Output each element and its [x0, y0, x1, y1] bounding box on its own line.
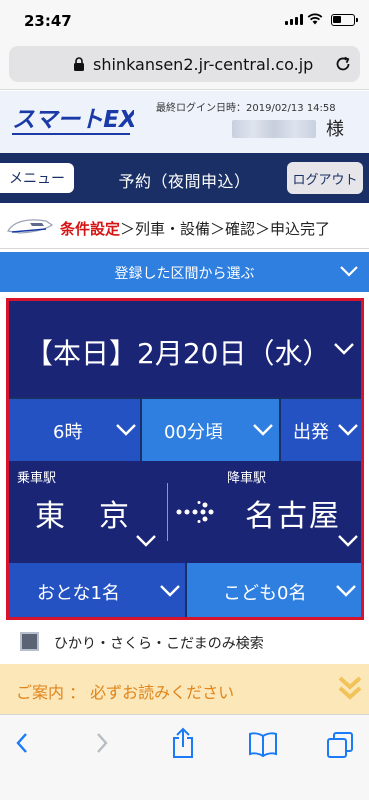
lock-icon: [74, 57, 84, 71]
logout-button[interactable]: ログアウト: [287, 162, 363, 194]
url-text: shinkansen2.jr-central.co.jp: [93, 55, 314, 74]
direction-select[interactable]: 出発: [281, 399, 361, 461]
chevron-down-icon: [340, 266, 358, 277]
cellular-signal-icon: [285, 14, 303, 25]
hour-value: 6時: [53, 422, 83, 443]
time-selectors: 6時 00分頃 出発: [9, 399, 361, 461]
step-remaining: ＞列車・設備＞確認＞申込完了: [120, 220, 331, 238]
notice-label: ご案内 ： 必ずお読みください: [16, 683, 235, 702]
share-icon[interactable]: [170, 727, 196, 759]
direction-value: 出発: [293, 422, 329, 443]
forward-icon[interactable]: [94, 731, 110, 755]
back-icon[interactable]: [14, 731, 30, 755]
arrow-right-icon: [176, 501, 214, 523]
minute-value: 00分頃: [164, 422, 223, 443]
station-selectors: 乗車駅 東 京 降車駅 名古屋: [9, 461, 361, 563]
logo-text: スマートEX: [12, 107, 134, 131]
from-station-value: 東 京: [35, 499, 131, 534]
chevron-down-icon: [136, 535, 156, 547]
user-name-redacted: [232, 120, 316, 138]
train-icon: [7, 219, 54, 234]
site-header: スマートEX 最終ログイン日時：2019/02/13 14:58 様: [0, 91, 369, 153]
notice-banner[interactable]: ご案内 ： 必ずお読みください: [0, 664, 369, 714]
from-station-select[interactable]: 乗車駅 東 京: [9, 461, 167, 563]
adult-count-value: おとな1名: [37, 583, 120, 604]
to-station-select[interactable]: 降車駅 名古屋: [219, 461, 361, 563]
chevron-down-icon: [338, 424, 358, 436]
chevron-down-icon: [116, 424, 136, 436]
train-filter-checkbox[interactable]: [20, 632, 39, 651]
battery-icon: [331, 14, 358, 26]
browser-address-area: shinkansen2.jr-central.co.jp: [0, 38, 369, 90]
status-bar: 23:47: [0, 0, 369, 38]
minute-select[interactable]: 00分頃: [142, 399, 279, 461]
date-selector[interactable]: 【本日】2月20日（水）: [9, 301, 361, 397]
chevron-down-icon: [338, 535, 358, 547]
step-list: 条件設定＞列車・設備＞確認＞申込完了: [60, 218, 330, 239]
reload-icon[interactable]: [334, 55, 352, 73]
double-chevron-down-icon: [338, 676, 362, 700]
registered-route-selector[interactable]: 登録した区間から選ぶ: [0, 252, 369, 292]
from-station-label: 乗車駅: [17, 471, 57, 486]
date-value: 【本日】2月20日（水）: [25, 337, 331, 370]
to-station-label: 降車駅: [227, 471, 267, 486]
registered-route-label: 登録した区間から選ぶ: [114, 266, 255, 282]
progress-steps: 条件設定＞列車・設備＞確認＞申込完了: [0, 203, 369, 249]
to-station-value: 名古屋: [245, 499, 341, 534]
status-time: 23:47: [24, 12, 72, 30]
last-login-text: 最終ログイン日時：2019/02/13 14:58: [156, 103, 336, 114]
tabs-icon[interactable]: [326, 731, 354, 759]
honorific-text: 様: [326, 119, 344, 140]
child-count-select[interactable]: こども0名: [187, 563, 361, 617]
hour-select[interactable]: 6時: [9, 399, 140, 461]
logo-underline: [12, 133, 130, 135]
wifi-icon: [307, 13, 323, 25]
train-filter-row: ひかり・さくら・こだまのみ検索: [0, 626, 369, 660]
chevron-down-icon: [160, 585, 180, 597]
address-bar[interactable]: shinkansen2.jr-central.co.jp: [9, 46, 360, 82]
nav-bar: メニュー 予約（夜間申込） ログアウト: [0, 153, 369, 203]
chevron-down-icon: [253, 424, 273, 436]
child-count-value: こども0名: [223, 583, 307, 604]
passenger-selectors: おとな1名 こども0名: [9, 563, 361, 617]
browser-toolbar: [0, 714, 369, 800]
train-filter-label[interactable]: ひかり・さくら・こだまのみ検索: [54, 633, 264, 653]
chevron-down-icon: [336, 585, 356, 597]
adult-count-select[interactable]: おとな1名: [9, 563, 185, 617]
smart-ex-logo[interactable]: スマートEX: [12, 105, 134, 131]
chevron-down-icon: [334, 343, 354, 355]
bookmarks-icon[interactable]: [248, 731, 278, 757]
search-panel: 【本日】2月20日（水） 6時 00分頃 出発 乗車駅 東 京 降車駅 名古屋 …: [6, 298, 364, 620]
step-current: 条件設定: [60, 220, 121, 238]
station-divider: [167, 483, 168, 541]
